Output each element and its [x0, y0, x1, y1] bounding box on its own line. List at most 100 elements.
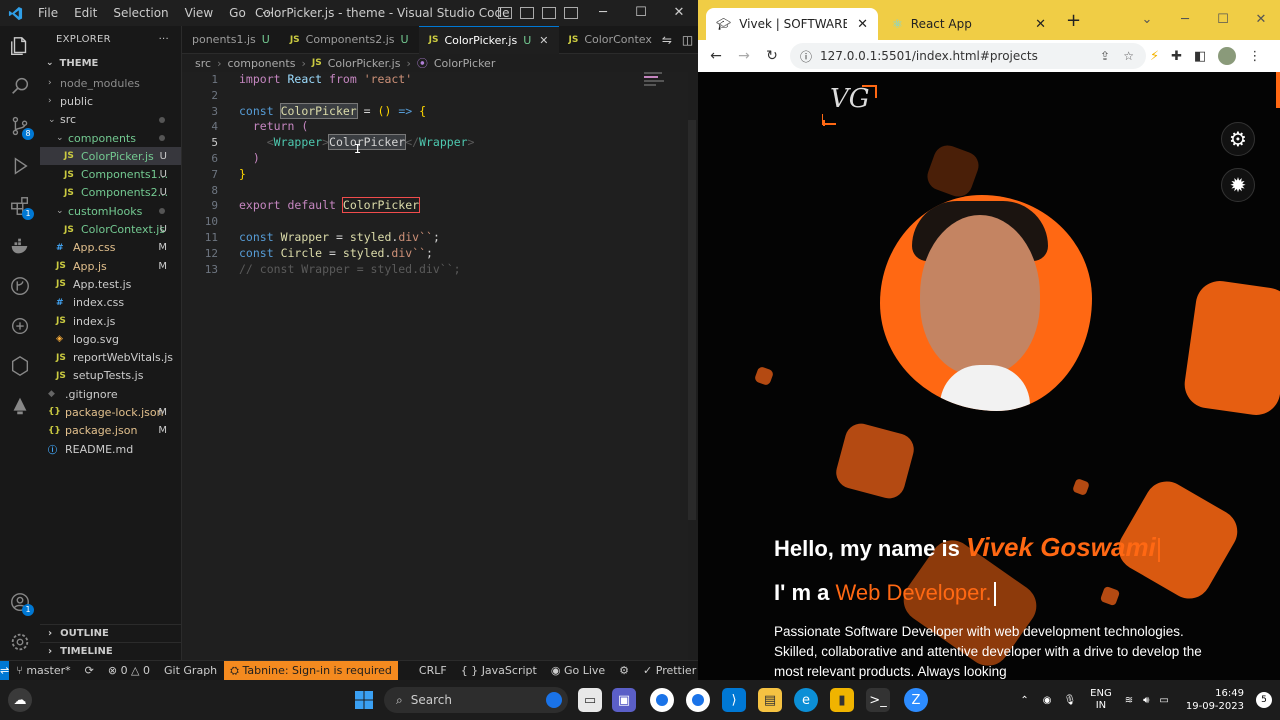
zoom-icon[interactable]: Z [904, 688, 928, 712]
profile-avatar[interactable] [1218, 47, 1237, 65]
extension-icon[interactable]: ⚡ [1150, 49, 1159, 64]
teams-icon[interactable]: ▣ [612, 688, 636, 712]
outline-section[interactable]: › OUTLINE [40, 624, 182, 642]
tab-close-icon[interactable]: ✕ [539, 34, 548, 47]
share-icon[interactable]: ⇪ [1100, 49, 1110, 63]
reload-icon[interactable]: ↻ [758, 48, 786, 64]
settings-gear-icon[interactable]: ⚙ [1221, 122, 1255, 156]
source-control-icon[interactable]: 8 [8, 114, 34, 140]
remote-indicator-icon[interactable]: ⇌ [0, 660, 10, 681]
language-indicator[interactable]: ENG IN [1082, 688, 1120, 712]
customize-layout-icon[interactable] [564, 7, 578, 19]
taskbar-search[interactable]: ⌕ Search [384, 687, 568, 713]
remote-explorer-icon[interactable] [8, 314, 32, 338]
tree-item[interactable]: ⌄ customHooks [40, 202, 181, 220]
maximize-icon[interactable]: ☐ [1204, 0, 1242, 40]
split-editor-icon[interactable]: ◫ [682, 33, 693, 47]
back-icon[interactable]: ← [702, 48, 730, 64]
tab-colorcontext[interactable]: JS ColorContex [559, 26, 662, 54]
tab-close-icon[interactable]: ✕ [857, 17, 868, 32]
tree-item[interactable]: › node_modules [40, 74, 181, 92]
tree-item[interactable]: JS ColorPicker.js U [40, 147, 181, 166]
site-logo[interactable]: VG [830, 84, 870, 114]
tray-app-icon[interactable]: ◉ [1037, 695, 1058, 706]
menu-view[interactable]: View [177, 0, 221, 26]
menu-go[interactable]: Go [221, 0, 254, 26]
tab-close-icon[interactable]: ✕ [1035, 17, 1046, 32]
bookmark-star-icon[interactable]: ☆ [1123, 49, 1134, 63]
terminal-icon[interactable]: >_ [866, 688, 890, 712]
tree-item[interactable]: JS index.js [40, 312, 181, 330]
sync-icon[interactable]: ⟳ [78, 664, 101, 677]
theme-gear-icon[interactable]: ✹ [1221, 168, 1255, 202]
breadcrumb-item[interactable]: ColorPicker.js [328, 57, 401, 70]
tree-item[interactable]: JS App.js M [40, 257, 181, 275]
breadcrumb-item[interactable]: ColorPicker [434, 57, 495, 70]
accounts-icon[interactable]: 1 [8, 590, 34, 616]
menu-selection[interactable]: Selection [105, 0, 176, 26]
go-live-status[interactable]: ◉ Go Live [544, 664, 612, 677]
prettier-status[interactable]: ✓ Prettier [636, 664, 703, 677]
clock[interactable]: 16:49 19-09-2023 [1174, 687, 1256, 713]
docker-icon[interactable] [8, 234, 32, 258]
tree-item[interactable]: # App.css M [40, 239, 181, 257]
tree-item[interactable]: JS App.test.js [40, 275, 181, 293]
tree-item[interactable]: ⌄ components [40, 129, 181, 147]
forward-icon[interactable]: → [730, 48, 758, 64]
search-icon[interactable] [8, 74, 32, 98]
maximize-icon[interactable]: ☐ [622, 0, 660, 26]
open-changes-icon[interactable]: ⇋ [662, 33, 672, 47]
tree-item[interactable]: {} package.json M [40, 422, 181, 440]
tab-search-icon[interactable]: ⌄ [1128, 0, 1166, 40]
code-editor[interactable]: 1 import React from 'react' 2 3 const Colo… [182, 72, 688, 660]
microphone-icon[interactable]: 🎙︎ [1057, 695, 1082, 706]
tabnine-icon[interactable] [8, 354, 32, 378]
minimize-icon[interactable]: ─ [584, 0, 622, 26]
volume-icon[interactable]: 🔊︎ [1138, 695, 1154, 706]
battery-icon[interactable]: ▭ [1154, 695, 1173, 706]
toggle-sidebar-icon[interactable] [498, 7, 512, 19]
close-icon[interactable]: ✕ [660, 0, 698, 26]
power-bi-icon[interactable]: ▮ [830, 688, 854, 712]
tab-components2[interactable]: JS Components2.js U [280, 26, 419, 54]
notification-count[interactable]: 5 [1256, 692, 1272, 708]
edge-icon[interactable]: e [794, 688, 818, 712]
eol-status[interactable]: CRLF [412, 664, 454, 677]
tree-item[interactable]: ⌄ src [40, 111, 181, 129]
task-view-icon[interactable]: ▭ [578, 688, 602, 712]
address-bar[interactable]: ⓘ 127.0.0.1:5501/index.html#projects ⇪ ☆ [790, 43, 1146, 69]
menu-file[interactable]: File [30, 0, 66, 26]
tree-item[interactable]: JS Components2... U [40, 184, 181, 202]
tabnine-status[interactable]: ⛭ Tabnine: Sign-in is required [224, 660, 398, 681]
problems-status[interactable]: ⊗ 0 △ 0 [101, 664, 157, 677]
deploy-icon[interactable] [8, 394, 32, 418]
tree-item[interactable]: ◈ logo.svg [40, 330, 181, 348]
vscode-taskbar-icon[interactable]: ⟩ [722, 688, 746, 712]
tree-item[interactable]: JS setupTests.js [40, 367, 181, 385]
puzzle-icon[interactable]: ✚ [1171, 49, 1182, 64]
tree-item[interactable]: JS reportWebVitals.js [40, 348, 181, 366]
tree-item[interactable]: ⓘ README.md [40, 440, 181, 458]
tree-item[interactable]: # index.css [40, 294, 181, 312]
tab-portfolio[interactable]: 🎓︎ Vivek | SOFTWARE DEVELO ✕ [706, 8, 878, 40]
tab-components1[interactable]: ponents1.js U [182, 26, 280, 54]
chrome-profile-icon[interactable] [686, 688, 710, 712]
tree-item[interactable]: JS ColorContext.js U [40, 220, 181, 238]
chrome-icon[interactable] [650, 688, 674, 712]
language-status[interactable]: { } JavaScript [454, 664, 544, 677]
breadcrumb-item[interactable]: components [227, 57, 295, 70]
minimap[interactable] [644, 72, 674, 92]
site-info-icon[interactable]: ⓘ [800, 48, 812, 65]
chrome-menu-icon[interactable]: ⋮ [1248, 49, 1261, 64]
tree-item[interactable]: {} package-lock.json M [40, 403, 181, 421]
branch-status[interactable]: ⑂ master* [9, 664, 77, 677]
workspace-section[interactable]: ⌄ THEME [40, 52, 181, 74]
settings-gear-icon[interactable] [8, 630, 32, 654]
toggle-secondary-sidebar-icon[interactable] [542, 7, 556, 19]
tree-item[interactable]: ◆ .gitignore [40, 385, 181, 403]
toggle-panel-icon[interactable] [520, 7, 534, 19]
extensions-icon[interactable]: 1 [8, 194, 34, 220]
menu-edit[interactable]: Edit [66, 0, 105, 26]
editor-scrollbar[interactable] [688, 120, 696, 520]
run-debug-icon[interactable] [8, 154, 32, 178]
